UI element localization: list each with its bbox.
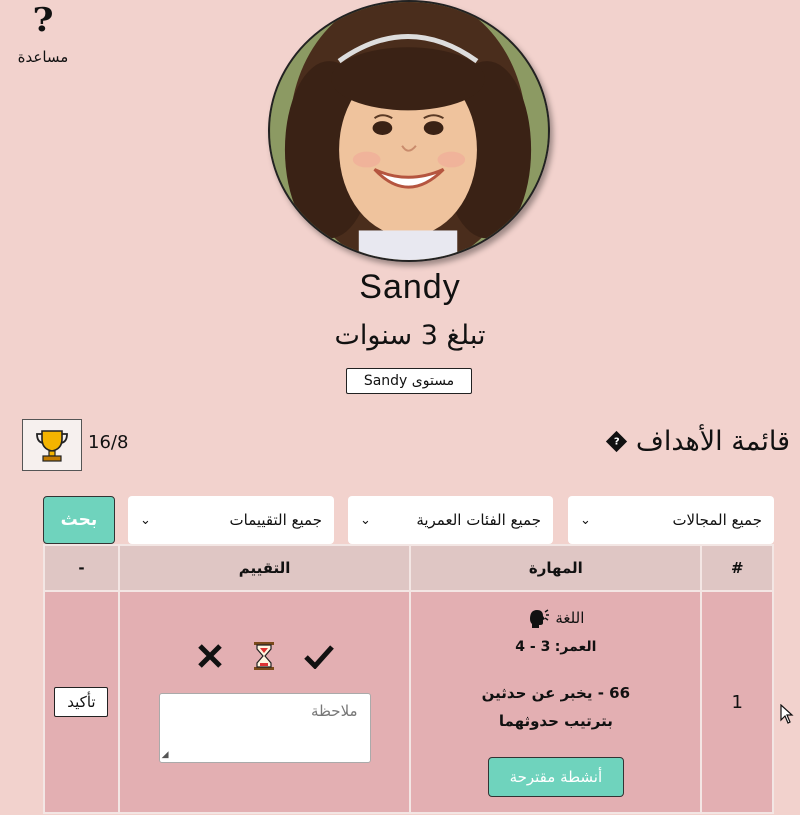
column-header-evaluation: التقييم (117, 544, 412, 592)
score-value: 16/8 (88, 432, 129, 453)
age-label: العمر: (554, 639, 597, 655)
trophy-button[interactable] (22, 419, 82, 471)
skill-text: 66 - يخبر عن حدثين بترتيب حدوثهما (481, 684, 631, 730)
question-mark-icon: ? (32, 1, 54, 39)
confirm-button[interactable]: تأكيد (54, 687, 109, 717)
chevron-down-icon: ⌄ (580, 512, 591, 528)
check-icon[interactable] (303, 643, 334, 669)
skill-cell: اللغة العمر: 3 - 4 66 - يخبر عن حدثين بت… (409, 590, 703, 814)
column-header-number: # (700, 544, 774, 592)
evaluation-options (121, 641, 408, 671)
column-header-skill: المهارة (409, 544, 703, 592)
table-header-row: # المهارة التقييم - (43, 544, 774, 592)
age-group-filter-select[interactable]: جميع الفئات العمرية ⌄ (348, 496, 553, 544)
note-placeholder: ملاحظة (310, 702, 358, 720)
age-line: العمر: 3 - 4 (412, 639, 699, 655)
child-photo (270, 2, 548, 260)
chevron-down-icon: ⌄ (360, 512, 371, 528)
domain-filter-value: جميع المجالات (672, 511, 762, 529)
trophy-icon (36, 430, 68, 462)
domain-label: اللغة (555, 609, 585, 627)
goals-title: قائمة الأهداف ? (605, 426, 790, 457)
table-row: 1 اللغة العمر: 3 - 4 66 - يخبر عن حدثين … (43, 590, 774, 814)
cross-icon[interactable] (196, 642, 224, 670)
child-age: تبلغ 3 سنوات (334, 320, 486, 351)
hourglass-icon[interactable] (252, 641, 276, 671)
resize-handle-icon[interactable]: ◢ (162, 750, 169, 760)
evaluation-filter-select[interactable]: جميع التقييمات ⌄ (128, 496, 334, 544)
search-button[interactable]: بحث (43, 496, 115, 544)
avatar (268, 0, 550, 262)
help-label: مساعدة (17, 48, 69, 66)
action-cell: تأكيد (43, 590, 120, 814)
diamond-question-icon: ? (605, 430, 627, 453)
evaluation-filter-value: جميع التقييمات (229, 511, 323, 529)
goals-title-text: قائمة الأهداف (635, 426, 790, 457)
domain-line: اللغة (412, 607, 699, 629)
goals-table: # المهارة التقييم - 1 اللغة العمر: 3 - 4… (43, 544, 774, 814)
page: ? مساعدة Sandy تبلغ 3 سنوات مستوى Sandy (0, 0, 800, 815)
row-number: 1 (700, 590, 774, 814)
help-button[interactable]: ? مساعدة (8, 0, 78, 66)
column-header-action: - (43, 544, 120, 592)
evaluation-cell: ملاحظة ◢ (117, 590, 412, 814)
domain-filter-select[interactable]: جميع المجالات ⌄ (568, 496, 774, 544)
speaking-head-icon (530, 609, 550, 628)
suggested-activities-button[interactable]: أنشطة مقترحة (487, 757, 624, 797)
mouse-cursor-icon (780, 704, 794, 724)
child-name: Sandy (359, 268, 461, 306)
child-level-button[interactable]: مستوى Sandy (346, 368, 472, 394)
age-group-filter-value: جميع الفئات العمرية (416, 511, 541, 529)
chevron-down-icon: ⌄ (140, 512, 151, 528)
age-value: 3 - 4 (515, 639, 551, 655)
note-textarea[interactable]: ملاحظة ◢ (158, 693, 371, 763)
